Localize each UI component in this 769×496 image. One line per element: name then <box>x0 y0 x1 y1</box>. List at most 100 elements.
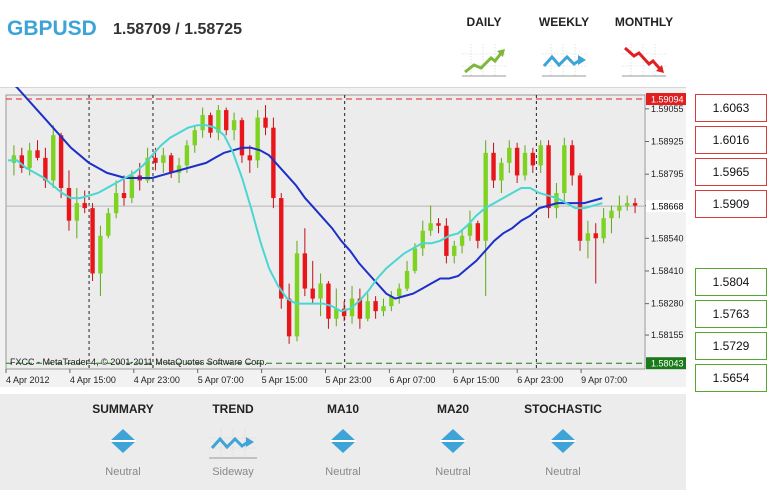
indicator-value: Neutral <box>545 466 581 478</box>
bull-candle <box>113 193 119 214</box>
indicator-title: SUMMARY <box>92 402 154 416</box>
neutral-diamond-icon <box>110 429 136 453</box>
indicator-value: Neutral <box>105 466 141 478</box>
indicator-stochastic[interactable]: STOCHASTIC Neutral <box>508 394 618 478</box>
bull-candle <box>585 233 591 241</box>
bull-candle <box>106 213 111 236</box>
bull-candle <box>483 152 488 241</box>
bear-candle <box>530 152 536 166</box>
y-tick-label: 1.58540 <box>651 233 684 243</box>
support-levels: 1.5804 1.5763 1.5729 1.5654 <box>695 268 767 396</box>
bear-candle <box>593 233 598 239</box>
y-tick-label: 1.58280 <box>651 299 684 309</box>
indicator-panel: SUMMARY Neutral TREND Sideway MA10 Neutr… <box>0 394 686 490</box>
bid-ask-quote: 1.58709 / 1.58725 <box>113 21 243 38</box>
indicator-title: MA10 <box>326 402 359 416</box>
bull-candle <box>365 301 370 319</box>
indicator-value: Neutral <box>325 466 361 478</box>
bear-candle <box>302 253 308 289</box>
x-tick-label: 4 Apr 2012 <box>6 375 50 385</box>
sideway-trend-icon <box>209 428 257 459</box>
bull-candle <box>507 147 512 163</box>
bull-candle <box>404 270 410 289</box>
bear-candle <box>546 145 551 209</box>
bear-candle <box>514 147 520 176</box>
bull-candle <box>231 120 237 131</box>
x-tick-label: 4 Apr 23:00 <box>134 375 180 385</box>
plot-area <box>5 94 646 370</box>
bear-candle <box>491 152 496 181</box>
bear-candle <box>35 150 40 158</box>
support-level: 1.5763 <box>695 300 767 328</box>
bear-candle <box>286 298 292 337</box>
support-level: 1.5654 <box>695 364 767 392</box>
bear-candle <box>247 155 253 161</box>
bull-candle <box>554 193 559 209</box>
resistance-level: 1.5965 <box>695 158 767 186</box>
y-tick-label: 1.58410 <box>651 266 684 276</box>
y-tick-label: 1.58925 <box>651 137 684 147</box>
bear-candle <box>326 283 331 319</box>
resistance-levels: 1.6063 1.6016 1.5965 1.5909 <box>695 94 767 222</box>
bull-candle <box>459 235 465 246</box>
bull-candle <box>625 203 630 206</box>
bear-candle <box>239 120 245 156</box>
bull-candle <box>27 150 32 168</box>
bear-candle <box>310 288 315 299</box>
bear-candle <box>58 135 64 189</box>
bear-candle <box>632 203 638 206</box>
neutral-diamond-icon <box>550 429 576 453</box>
bull-candle <box>609 210 614 219</box>
tab-daily[interactable]: DAILY <box>444 15 524 29</box>
indicator-value: Sideway <box>212 466 254 478</box>
resistance-level: 1.5909 <box>695 190 767 218</box>
bull-candle <box>294 253 300 337</box>
bull-candle <box>11 155 17 163</box>
price-chart[interactable]: 1.590551.589251.587951.586701.585401.584… <box>0 87 686 392</box>
bear-candle <box>436 223 441 226</box>
bear-candle <box>82 203 87 209</box>
tab-weekly[interactable]: WEEKLY <box>524 15 604 29</box>
bear-candle <box>373 301 378 312</box>
indicator-trend[interactable]: TREND Sideway <box>178 394 288 478</box>
current-price-label: 1.58668 <box>651 202 684 212</box>
bull-candle <box>318 283 323 299</box>
bull-candle <box>255 117 260 161</box>
bear-candle <box>153 157 158 163</box>
indicator-value: Neutral <box>435 466 471 478</box>
indicator-summary[interactable]: SUMMARY Neutral <box>68 394 178 478</box>
y-tick-label: 1.59055 <box>651 104 684 114</box>
bull-candle <box>192 130 197 146</box>
bull-candle <box>452 245 457 256</box>
support-level: 1.5804 <box>695 268 767 296</box>
indicator-ma20[interactable]: MA20 Neutral <box>398 394 508 478</box>
x-tick-label: 9 Apr 07:00 <box>581 375 627 385</box>
y-tick-label: 1.58155 <box>651 330 684 340</box>
indicator-title: TREND <box>212 402 254 416</box>
bull-candle <box>161 155 166 163</box>
neutral-diamond-icon <box>330 429 356 453</box>
neutral-diamond-icon <box>440 429 466 453</box>
trend-up-icon[interactable] <box>459 42 509 78</box>
bull-candle <box>617 205 622 211</box>
x-tick-label: 6 Apr 23:00 <box>517 375 563 385</box>
trend-down-icon[interactable] <box>619 42 669 78</box>
bear-candle <box>208 115 213 133</box>
bear-candle <box>279 198 284 299</box>
bull-candle <box>538 145 543 166</box>
low-price-label: 1.58043 <box>651 359 684 369</box>
chart-watermark: FXCC - MetaTrader 4, © 2001-2011 MetaQuo… <box>10 357 267 367</box>
bear-candle <box>475 223 481 241</box>
bear-candle <box>90 208 95 274</box>
bear-candle <box>263 117 268 128</box>
x-tick-label: 5 Apr 23:00 <box>326 375 372 385</box>
bull-candle <box>420 230 425 249</box>
bear-candle <box>569 145 575 176</box>
trend-sideway-icon[interactable] <box>539 42 589 78</box>
bull-candle <box>412 248 418 271</box>
bull-candle <box>51 135 56 181</box>
indicator-ma10[interactable]: MA10 Neutral <box>288 394 398 478</box>
bull-candle <box>381 306 386 312</box>
x-tick-label: 5 Apr 07:00 <box>198 375 244 385</box>
tab-monthly[interactable]: MONTHLY <box>604 15 684 29</box>
